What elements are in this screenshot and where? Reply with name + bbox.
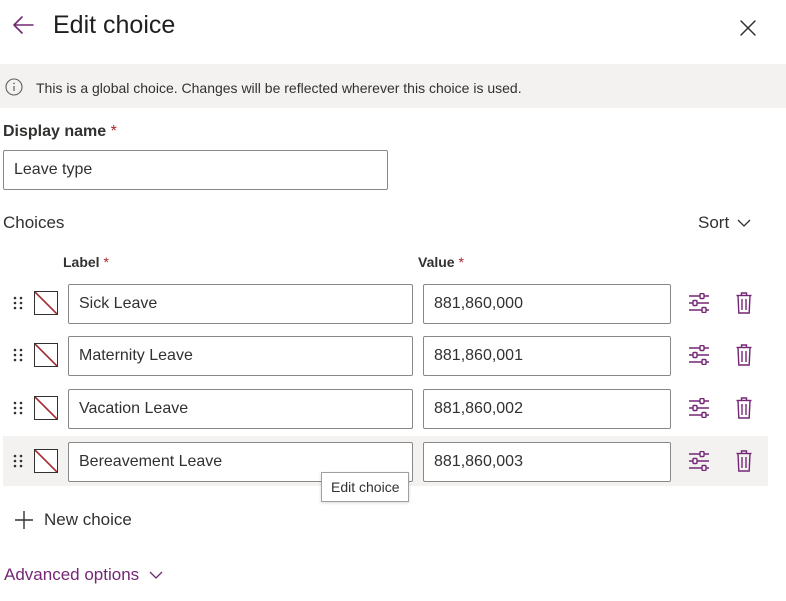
chevron-down-icon xyxy=(737,219,751,227)
value-column-header: Value * xyxy=(418,254,464,270)
choice-value-input[interactable] xyxy=(423,284,671,324)
choice-label-input[interactable] xyxy=(68,284,413,324)
trash-icon xyxy=(736,450,752,472)
choice-value-input[interactable] xyxy=(423,336,671,376)
display-name-label: Display name * xyxy=(3,123,117,141)
sort-button[interactable]: Sort xyxy=(698,213,751,233)
back-button[interactable] xyxy=(8,10,38,40)
sliders-icon xyxy=(689,398,709,418)
plus-icon xyxy=(15,511,33,529)
value-header-text: Value xyxy=(418,254,455,270)
new-choice-button[interactable]: New choice xyxy=(14,506,132,534)
close-icon xyxy=(740,20,756,36)
color-swatch[interactable] xyxy=(34,343,58,367)
sort-label: Sort xyxy=(698,213,730,232)
delete-choice-button[interactable] xyxy=(733,396,755,420)
drag-handle-icon[interactable] xyxy=(12,453,24,469)
no-color-icon xyxy=(35,450,57,472)
edit-choice-button[interactable] xyxy=(687,343,711,367)
sliders-icon xyxy=(689,451,709,471)
choice-row xyxy=(3,330,768,380)
info-icon xyxy=(5,78,23,96)
required-mark: * xyxy=(458,254,464,270)
sliders-icon xyxy=(689,345,709,365)
no-color-icon xyxy=(35,292,57,314)
no-color-icon xyxy=(35,344,57,366)
display-name-label-text: Display name xyxy=(3,123,107,140)
banner-text: This is a global choice. Changes will be… xyxy=(36,80,522,96)
back-arrow-icon xyxy=(13,16,34,34)
trash-icon xyxy=(736,292,752,314)
choice-label-input[interactable] xyxy=(68,336,413,376)
required-mark: * xyxy=(110,123,117,140)
choice-row xyxy=(3,278,768,328)
color-swatch[interactable] xyxy=(34,449,58,473)
trash-icon xyxy=(736,397,752,419)
edit-choice-button[interactable] xyxy=(687,449,711,473)
choice-value-input[interactable] xyxy=(423,442,671,482)
trash-icon xyxy=(736,344,752,366)
delete-choice-button[interactable] xyxy=(733,449,755,473)
edit-choice-tooltip: Edit choice xyxy=(321,472,410,502)
color-swatch[interactable] xyxy=(34,291,58,315)
drag-handle-icon[interactable] xyxy=(12,400,24,416)
label-header-text: Label xyxy=(63,254,100,270)
chevron-down-icon xyxy=(149,571,163,579)
sliders-icon xyxy=(689,293,709,313)
advanced-options-toggle[interactable]: Advanced options xyxy=(4,563,163,587)
display-name-input[interactable] xyxy=(3,150,388,190)
choice-label-input[interactable] xyxy=(68,389,413,429)
choice-value-input[interactable] xyxy=(423,389,671,429)
close-button[interactable] xyxy=(733,13,763,43)
panel-title: Edit choice xyxy=(53,11,176,39)
edit-choice-button[interactable] xyxy=(687,291,711,315)
choice-row xyxy=(3,383,768,433)
no-color-icon xyxy=(35,397,57,419)
delete-choice-button[interactable] xyxy=(733,291,755,315)
required-mark: * xyxy=(103,254,109,270)
color-swatch[interactable] xyxy=(34,396,58,420)
drag-handle-icon[interactable] xyxy=(12,347,24,363)
label-column-header: Label * xyxy=(63,254,109,270)
drag-handle-icon[interactable] xyxy=(12,295,24,311)
new-choice-label: New choice xyxy=(44,510,132,529)
delete-choice-button[interactable] xyxy=(733,343,755,367)
advanced-options-label: Advanced options xyxy=(4,565,140,584)
choices-heading: Choices xyxy=(3,213,65,232)
edit-choice-button[interactable] xyxy=(687,396,711,420)
